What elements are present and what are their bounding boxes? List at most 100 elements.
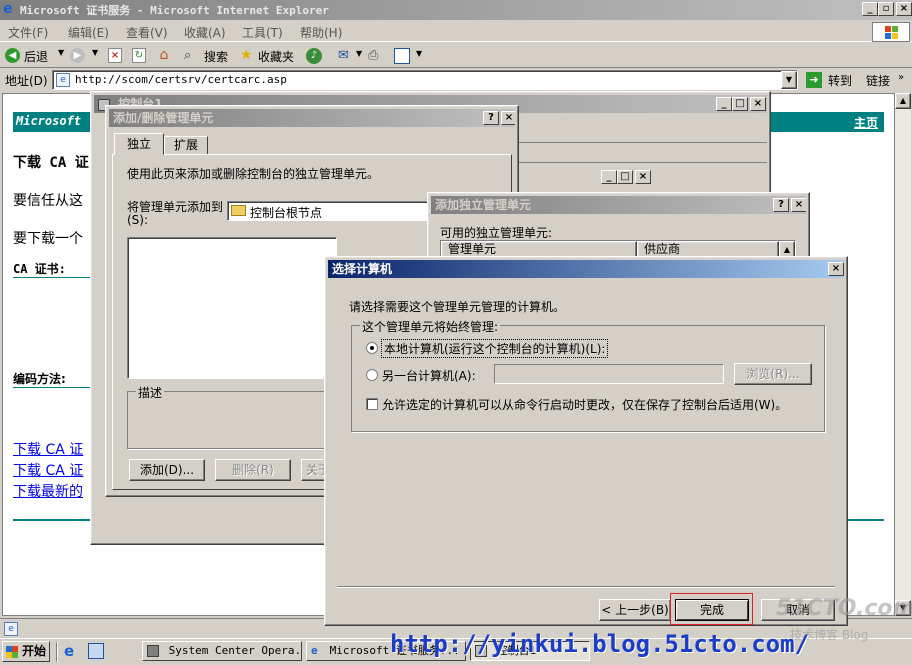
forward-arrow-icon[interactable]: ▶ [70, 48, 85, 63]
standalone-help-button[interactable]: ? [773, 198, 789, 212]
windows-logo-icon [872, 22, 910, 42]
page-heading: 下载 CA 证 [13, 155, 89, 171]
go-button-label[interactable]: 转到 [828, 72, 852, 89]
select-computer-title-bar[interactable]: 选择计算机 × [328, 260, 844, 278]
ie-title: Microsoft 证书服务 - Microsoft Internet Expl… [20, 4, 329, 17]
snapin-help-button[interactable]: ? [483, 111, 499, 125]
console-close-button[interactable]: × [750, 97, 766, 111]
description-group: 描述 [127, 384, 333, 449]
snapin-close-button[interactable]: × [501, 111, 515, 125]
edit-icon[interactable] [394, 48, 410, 64]
snapin-title: 添加/删除管理单元 [113, 111, 214, 125]
back-dropdown-icon[interactable]: ▼ [58, 48, 64, 57]
ie-close-button[interactable]: × [896, 2, 912, 16]
search-icon[interactable]: ⌕ [184, 47, 200, 64]
home-icon[interactable]: ⌂ [155, 47, 173, 64]
other-computer-input[interactable] [494, 364, 724, 384]
snapin-intro: 使用此页来添加或删除控制台的独立管理单元。 [127, 167, 380, 181]
snapin-list[interactable] [127, 237, 337, 379]
page-para-1: 要信任从这 [13, 193, 83, 209]
edit-dropdown-icon[interactable]: ▼ [416, 49, 422, 58]
taskbar-ie-icon: e [311, 644, 318, 657]
media-icon[interactable]: ♪ [306, 48, 322, 64]
watermark-site: 51CTO.com [776, 596, 912, 621]
add-button[interactable]: 添加(D)... [129, 459, 205, 481]
page-scrollbar[interactable]: ▲ ▼ [895, 93, 911, 616]
tab-standalone[interactable]: 独立 [114, 133, 164, 155]
status-page-icon: e [4, 622, 18, 636]
ie-toolbar: ◀ 后退 ▼ ▶ ▼ × ↻ ⌂ ⌕ 搜索 ★ 收藏夹 ♪ ✉ ▼ ⎙ ▼ [0, 44, 912, 68]
standalone-title: 添加独立管理单元 [435, 198, 532, 212]
page-brand: Microsoft [16, 114, 82, 128]
mail-dropdown-icon[interactable]: ▼ [356, 49, 362, 58]
menu-file[interactable]: 文件(F) [8, 24, 48, 41]
ca-cert-label: CA 证书: [13, 262, 66, 276]
search-button-label[interactable]: 搜索 [204, 48, 228, 65]
scom-app-icon [147, 645, 159, 657]
links-chevron-icon[interactable]: » [898, 72, 904, 83]
finish-button[interactable]: 完成 [675, 599, 749, 621]
ie-minimize-button[interactable]: _ [862, 2, 878, 16]
tab-extensions[interactable]: 扩展 [164, 136, 208, 155]
address-input[interactable]: e http://scom/certsrv/certcarc.asp ▼ [52, 70, 798, 90]
browse-button[interactable]: 浏览(R)... [734, 363, 812, 385]
radio-other-computer[interactable] [366, 369, 378, 381]
print-icon[interactable]: ⎙ [368, 48, 384, 64]
address-dropdown-icon[interactable]: ▼ [781, 71, 797, 89]
child-close-button[interactable]: × [635, 170, 651, 184]
standalone-close-button[interactable]: × [791, 198, 806, 212]
standalone-title-bar[interactable]: 添加独立管理单元 ? × [431, 196, 806, 214]
remove-button[interactable]: 删除(R) [215, 459, 291, 481]
allow-change-checkbox[interactable] [366, 398, 378, 410]
console-maximize-button[interactable]: □ [732, 97, 748, 111]
menu-edit[interactable]: 编辑(E) [68, 24, 109, 41]
home-link[interactable]: 主页 [854, 114, 878, 131]
encoding-label: 编码方法: [13, 372, 66, 386]
console-minimize-button[interactable]: _ [716, 97, 732, 111]
download-link-2[interactable]: 下载 CA 证 [13, 460, 83, 480]
page-divider-2 [13, 387, 93, 388]
allow-change-label[interactable]: 允许选定的计算机可以从命令行启动时更改，仅在保存了控制台后适用(W)。 [382, 396, 787, 413]
go-arrow-icon[interactable]: ➜ [806, 72, 822, 88]
quick-launch-desktop-icon[interactable] [88, 643, 104, 659]
select-computer-title: 选择计算机 [332, 262, 393, 276]
child-maximize-button[interactable]: □ [617, 170, 633, 184]
download-link-3[interactable]: 下载最新的 [13, 481, 83, 501]
quick-launch-divider [56, 642, 58, 662]
other-computer-label[interactable]: 另一台计算机(A): [382, 367, 476, 384]
links-label[interactable]: 链接 [866, 72, 890, 89]
available-label: 可用的独立管理单元: [440, 226, 553, 240]
snapin-title-bar[interactable]: 添加/删除管理单元 ? × [109, 109, 515, 127]
folder-icon [231, 205, 246, 216]
select-computer-close-button[interactable]: × [828, 262, 844, 276]
back-button-label[interactable]: 后退 [24, 48, 48, 65]
quick-launch-ie-icon[interactable]: e [64, 643, 80, 659]
taskbar-item-scom[interactable]: System Center Opera... [142, 641, 302, 661]
forward-dropdown-icon[interactable]: ▼ [92, 48, 98, 57]
menu-view[interactable]: 查看(V) [126, 24, 168, 41]
download-link-1[interactable]: 下载 CA 证 [13, 439, 83, 459]
radio-local-computer[interactable] [366, 342, 378, 354]
local-computer-label[interactable]: 本地计算机(运行这个控制台的计算机)(L): [380, 339, 609, 358]
refresh-icon[interactable]: ↻ [132, 48, 146, 63]
add-to-select[interactable]: 控制台根节点 [227, 201, 447, 221]
menu-tools[interactable]: 工具(T) [242, 24, 283, 41]
scroll-up-icon[interactable]: ▲ [895, 93, 911, 109]
select-computer-divider [337, 586, 835, 588]
stop-icon[interactable]: × [108, 48, 122, 63]
menu-help[interactable]: 帮助(H) [300, 24, 342, 41]
back-arrow-icon[interactable]: ◀ [5, 48, 20, 63]
address-label: 地址(D) [5, 74, 48, 88]
mail-icon[interactable]: ✉ [338, 48, 354, 64]
start-button[interactable]: 开始 [2, 641, 50, 662]
add-to-value: 控制台根节点 [250, 206, 323, 220]
watermark-url: http://yinkui.blog.51cto.com/ [390, 630, 810, 658]
favorites-star-icon[interactable]: ★ [240, 47, 256, 64]
menu-favorites[interactable]: 收藏(A) [184, 24, 226, 41]
ie-title-bar[interactable]: e Microsoft 证书服务 - Microsoft Internet Ex… [0, 0, 912, 20]
back-button[interactable]: < 上一步(B) [599, 599, 671, 621]
ie-restore-button[interactable]: ▫ [878, 2, 894, 16]
favorites-button-label[interactable]: 收藏夹 [258, 48, 294, 65]
page-divider-1 [13, 277, 93, 278]
child-minimize-button[interactable]: _ [601, 170, 617, 184]
